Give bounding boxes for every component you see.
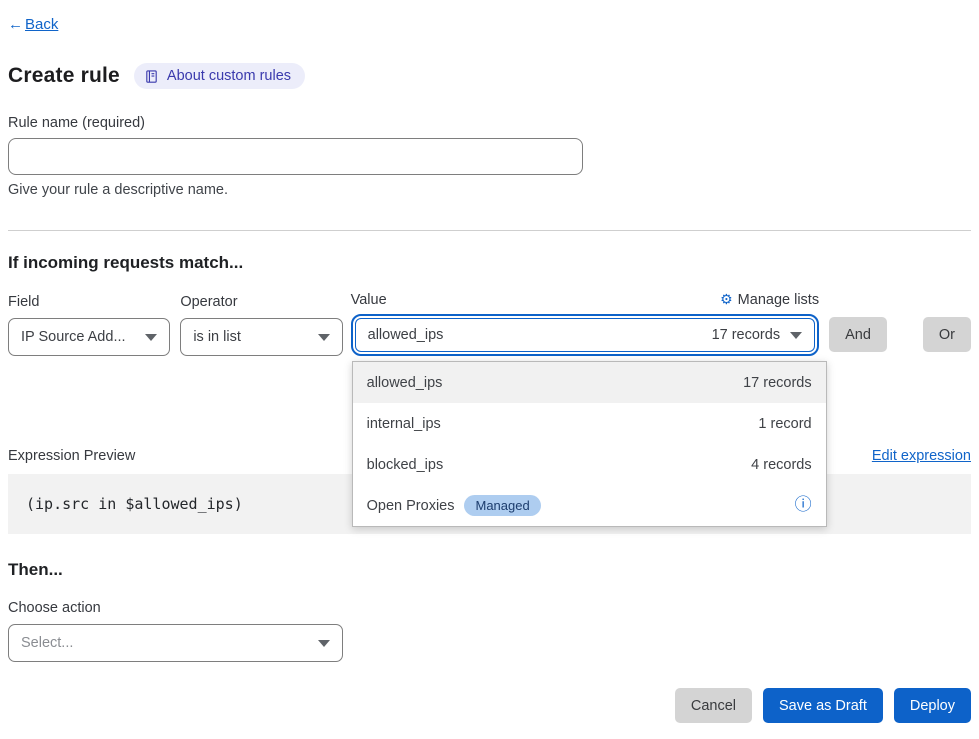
list-option-meta: 4 records [751, 457, 811, 473]
manage-lists-label: Manage lists [738, 292, 819, 308]
action-select-placeholder: Select... [21, 635, 73, 651]
chevron-down-icon [145, 334, 157, 341]
rule-name-input[interactable] [8, 138, 583, 175]
field-label: Field [8, 294, 170, 310]
chevron-down-icon [790, 332, 802, 339]
value-select-meta: 17 records [712, 327, 781, 343]
list-dropdown-panel: allowed_ips 17 records internal_ips 1 re… [352, 361, 827, 527]
deploy-button[interactable]: Deploy [894, 688, 971, 723]
section-divider [8, 230, 971, 231]
list-option-blocked-ips[interactable]: blocked_ips 4 records [353, 444, 826, 485]
rule-name-label: Rule name (required) [8, 115, 971, 131]
list-option-meta: 17 records [743, 375, 812, 391]
operator-label: Operator [180, 294, 342, 310]
expression-code: (ip.src in $allowed_ips) [26, 495, 243, 513]
field-select-value: IP Source Add... [21, 329, 126, 345]
then-section-heading: Then... [8, 560, 971, 580]
expression-preview-label: Expression Preview [8, 448, 135, 464]
back-link[interactable]: Back [25, 16, 58, 33]
match-section-heading: If incoming requests match... [8, 253, 971, 273]
about-custom-rules-label: About custom rules [167, 68, 291, 84]
list-option-name: allowed_ips [367, 375, 443, 391]
or-button[interactable]: Or [923, 317, 971, 352]
back-arrow-icon: ← [8, 16, 23, 33]
list-option-open-proxies[interactable]: Open Proxies Managed ⓘ [353, 485, 826, 526]
action-select[interactable]: Select... [8, 624, 343, 662]
chevron-down-icon [318, 640, 330, 647]
list-option-name: blocked_ips [367, 457, 444, 473]
and-button[interactable]: And [829, 317, 887, 352]
create-rule-page: ←Back Create rule About custom rules Rul… [0, 0, 979, 723]
value-label: Value [351, 292, 387, 308]
value-select-value: allowed_ips [368, 327, 444, 343]
book-icon [144, 69, 159, 84]
back-row: ←Back [8, 16, 971, 33]
footer-actions: Cancel Save as Draft Deploy [8, 688, 971, 723]
managed-badge: Managed [464, 495, 540, 516]
gear-icon: ⚙ [720, 291, 733, 308]
choose-action-label: Choose action [8, 600, 971, 616]
value-select[interactable]: allowed_ips 17 records [355, 318, 815, 352]
edit-expression-link[interactable]: Edit expression [872, 448, 971, 464]
list-option-name: internal_ips [367, 416, 441, 432]
cancel-button[interactable]: Cancel [675, 688, 752, 723]
list-option-allowed-ips[interactable]: allowed_ips 17 records [353, 362, 826, 403]
info-icon[interactable]: ⓘ [795, 497, 812, 514]
value-select-focus-ring: allowed_ips 17 records [351, 314, 819, 356]
chevron-down-icon [318, 334, 330, 341]
field-select[interactable]: IP Source Add... [8, 318, 170, 356]
list-option-meta: 1 record [758, 416, 811, 432]
about-custom-rules-link[interactable]: About custom rules [134, 63, 305, 89]
rule-name-helper: Give your rule a descriptive name. [8, 182, 971, 198]
list-option-name: Open Proxies [367, 498, 455, 514]
manage-lists-link[interactable]: ⚙ Manage lists [720, 291, 819, 308]
list-option-internal-ips[interactable]: internal_ips 1 record [353, 403, 826, 444]
operator-select[interactable]: is in list [180, 318, 342, 356]
title-row: Create rule About custom rules [8, 63, 971, 89]
condition-row: Field IP Source Add... Operator is in li… [8, 291, 971, 356]
save-as-draft-button[interactable]: Save as Draft [763, 688, 883, 723]
operator-select-value: is in list [193, 329, 241, 345]
page-title: Create rule [8, 64, 120, 88]
